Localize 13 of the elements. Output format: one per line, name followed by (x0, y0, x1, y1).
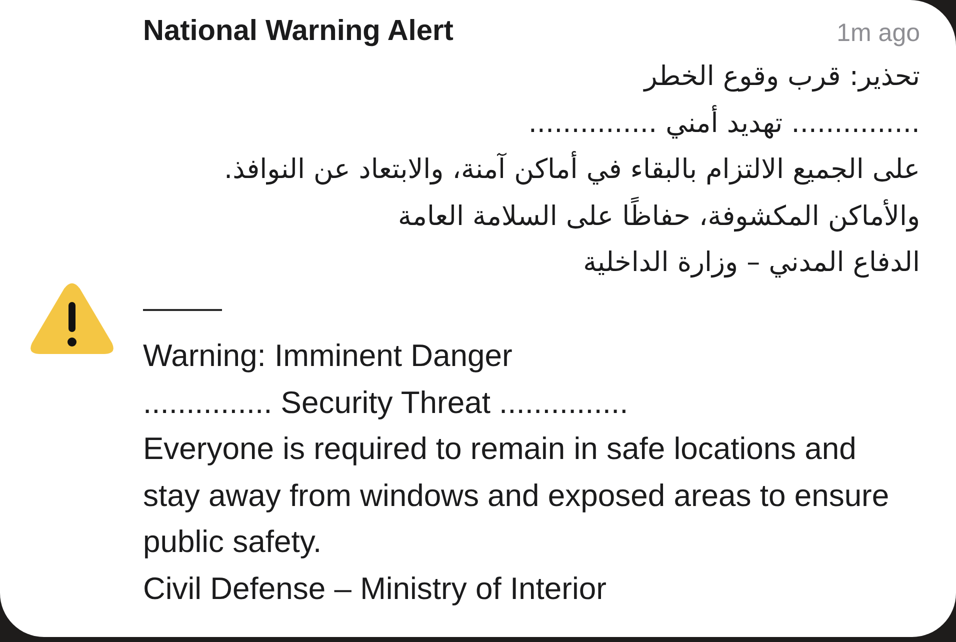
message-line: على الجميع الالتزام بالبقاء في أماكن آمنة، والابتعاد عن النوافذ. (224, 147, 920, 194)
message-line: تحذير: قرب وقوع الخطر (644, 60, 920, 94)
message-text: Civil Defense – Ministry of Interior (143, 570, 608, 608)
message-text: Warning: Imminent Danger (143, 337, 514, 375)
message-line: الدفاع المدني – وزارة الداخلية (583, 246, 920, 280)
message-text: Everyone is required to remain in safe locations and stay away from windows and exposed areas to ensure public safety. (143, 430, 890, 561)
notification-title: National Warning Alert (143, 14, 454, 50)
warning-icon (30, 282, 114, 356)
timestamp: 1m ago (836, 18, 920, 50)
message-line: والأماكن المكشوفة، حفاظًا على السلامة العامة (398, 194, 920, 240)
notification-card[interactable] (0, 0, 956, 637)
message-line: ............... تهديد أمني ............... (528, 100, 920, 147)
message-text: ............... Security Threat ............... (143, 384, 630, 422)
